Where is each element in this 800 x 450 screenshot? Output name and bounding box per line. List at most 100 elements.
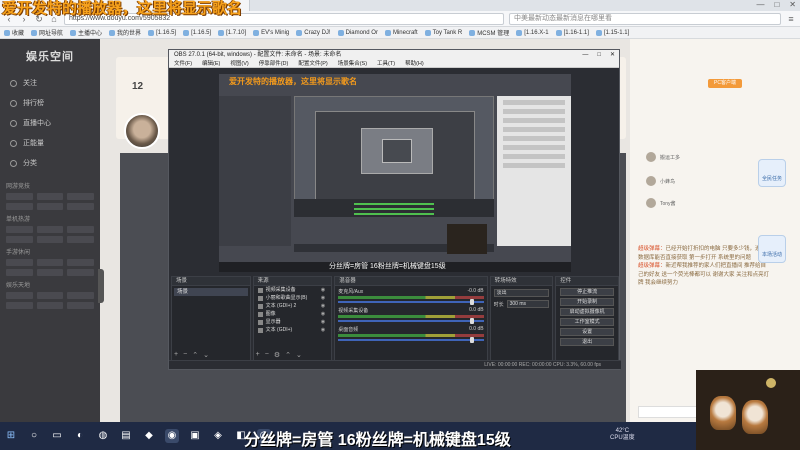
task-view-icon[interactable]: ▭ bbox=[50, 429, 64, 443]
nav-link[interactable] bbox=[6, 302, 33, 309]
nav-link[interactable] bbox=[36, 302, 64, 309]
nav-link[interactable] bbox=[67, 302, 94, 309]
task-button[interactable]: 全民任务 bbox=[758, 159, 786, 187]
maximize-button[interactable]: □ bbox=[774, 0, 779, 11]
bookmark-item[interactable]: 我的世界 bbox=[109, 28, 141, 37]
down-icon[interactable]: ⌄ bbox=[203, 351, 209, 359]
add-icon[interactable]: + bbox=[256, 351, 260, 359]
nav-link[interactable] bbox=[67, 236, 94, 243]
search-input[interactable]: 中美最新动态最新消息在哪里看 bbox=[509, 12, 781, 25]
studio-mode-button[interactable]: 工作室模式 bbox=[560, 318, 615, 326]
add-icon[interactable]: + bbox=[174, 351, 178, 359]
bookmark-item[interactable]: 主播中心 bbox=[70, 28, 102, 37]
nav-item-positive[interactable]: 正能量 bbox=[0, 133, 100, 153]
nav-item-category[interactable]: 分类 bbox=[0, 153, 100, 173]
nav-link[interactable] bbox=[6, 292, 33, 299]
transition-select[interactable]: 淡出 bbox=[493, 289, 550, 297]
nav-link[interactable] bbox=[36, 259, 64, 266]
eye-icon[interactable]: ◉ bbox=[321, 287, 325, 294]
nav-link[interactable] bbox=[6, 269, 33, 276]
bookmark-item[interactable]: [1.15-1.1] bbox=[595, 29, 629, 36]
rank-user[interactable]: 搬运工多 bbox=[646, 151, 736, 163]
game-icon[interactable]: ◆ bbox=[142, 429, 156, 443]
menu-view[interactable]: 视图(V) bbox=[230, 60, 248, 67]
nav-item-follow[interactable]: 关注 bbox=[0, 73, 100, 93]
bookmark-item[interactable]: [1.7.10] bbox=[218, 29, 246, 36]
bookmark-item[interactable]: [1.16.5] bbox=[183, 29, 211, 36]
rank-user[interactable]: Tony酱 bbox=[646, 197, 736, 209]
nav-link[interactable] bbox=[36, 193, 64, 200]
eye-icon[interactable]: ◉ bbox=[321, 327, 325, 334]
scene-item[interactable]: 场景 bbox=[174, 288, 248, 296]
nav-logo[interactable]: 娱乐空间 bbox=[0, 39, 100, 73]
start-recording-button[interactable]: 开始录制 bbox=[560, 298, 615, 306]
stop-streaming-button[interactable]: 停止推流 bbox=[560, 288, 615, 296]
menu-scene-collection[interactable]: 场景集合(S) bbox=[338, 60, 367, 67]
nav-link[interactable] bbox=[36, 226, 64, 233]
obs-maximize-button[interactable]: □ bbox=[597, 50, 601, 60]
nav-link[interactable] bbox=[67, 269, 94, 276]
gear-icon[interactable]: ⚙ bbox=[274, 351, 280, 359]
nav-link[interactable] bbox=[6, 203, 33, 210]
volume-slider[interactable] bbox=[338, 318, 484, 324]
nav-link[interactable] bbox=[36, 269, 64, 276]
nav-link[interactable] bbox=[6, 236, 33, 243]
bookmark-item[interactable]: Diamond Or bbox=[337, 29, 378, 36]
nav-link[interactable] bbox=[67, 193, 94, 200]
bookmark-item[interactable]: 网址导航 bbox=[31, 28, 63, 37]
bookmark-item[interactable]: Toy Tank R bbox=[424, 29, 462, 36]
settings-button[interactable]: 设置 bbox=[560, 328, 615, 336]
virtual-camera-button[interactable]: 启动虚拟摄像机 bbox=[560, 308, 615, 316]
nav-link[interactable] bbox=[6, 259, 33, 266]
windows-start-icon[interactable]: ⊞ bbox=[4, 429, 18, 443]
source-item[interactable]: 文本 (GDI+) ◉ bbox=[256, 327, 330, 334]
nav-link[interactable] bbox=[67, 259, 94, 266]
eye-icon[interactable]: ◉ bbox=[321, 311, 325, 318]
nav-link[interactable] bbox=[6, 193, 33, 200]
up-icon[interactable]: ⌃ bbox=[192, 351, 198, 359]
menu-tools[interactable]: 工具(T) bbox=[377, 60, 395, 67]
down-icon[interactable]: ⌄ bbox=[296, 351, 302, 359]
volume-slider[interactable] bbox=[338, 299, 484, 305]
minimize-button[interactable]: — bbox=[756, 0, 764, 11]
nav-link[interactable] bbox=[67, 226, 94, 233]
source-item[interactable]: 图像 ◉ bbox=[256, 311, 330, 318]
remove-icon[interactable]: − bbox=[183, 351, 187, 359]
bookmark-item[interactable]: [1.16.X-1 bbox=[516, 29, 549, 36]
bookmark-item[interactable]: Crazy DJ! bbox=[296, 29, 331, 36]
event-button[interactable]: 本场活动 bbox=[758, 235, 786, 263]
source-item[interactable]: 文本 (GDI+) 2 ◉ bbox=[256, 303, 330, 310]
streamer-avatar[interactable] bbox=[124, 113, 160, 149]
menu-edit[interactable]: 编辑(E) bbox=[202, 60, 220, 67]
bookmark-item[interactable]: [1.16-1.1] bbox=[555, 29, 589, 36]
search-icon[interactable]: ○ bbox=[27, 429, 41, 443]
eye-icon[interactable]: ◉ bbox=[321, 303, 325, 310]
source-item[interactable]: 视频采集设备 ◉ bbox=[256, 287, 330, 294]
bookmark-item[interactable]: Minecraft bbox=[384, 29, 418, 36]
menu-file[interactable]: 文件(F) bbox=[174, 60, 192, 67]
source-item[interactable]: 小丽和歌曲显示(B) ◉ bbox=[256, 295, 330, 302]
bookmark-item[interactable]: EV's Minig bbox=[253, 29, 289, 36]
obs-close-button[interactable]: ✕ bbox=[610, 50, 615, 60]
menu-help[interactable]: 帮助(H) bbox=[405, 60, 424, 67]
pc-client-button[interactable]: PC客户端 bbox=[708, 79, 742, 88]
menu-docks[interactable]: 停靠部件(D) bbox=[259, 60, 289, 67]
exit-button[interactable]: 退出 bbox=[560, 338, 615, 346]
nav-link[interactable] bbox=[36, 236, 64, 243]
nav-item-live-center[interactable]: 直播中心 bbox=[0, 113, 100, 133]
nav-link[interactable] bbox=[36, 292, 64, 299]
eye-icon[interactable]: ◉ bbox=[321, 295, 325, 302]
obs-preview[interactable]: 爱开发特的播放器，这里将显示歌名 分丝牌=房管 16粉丝牌=机械键盘15级 bbox=[219, 74, 571, 272]
nav-link[interactable] bbox=[67, 203, 94, 210]
browser-icon[interactable]: ◐ bbox=[73, 429, 87, 443]
obs-minimize-button[interactable]: — bbox=[582, 50, 588, 60]
nav-item-rank[interactable]: 排行榜 bbox=[0, 93, 100, 113]
source-item[interactable]: 显示器 ◉ bbox=[256, 319, 330, 326]
editor-icon[interactable]: ▣ bbox=[188, 429, 202, 443]
bookmark-item[interactable]: 收藏 bbox=[4, 28, 24, 37]
eye-icon[interactable]: ◉ bbox=[321, 319, 325, 326]
douyu-app-icon[interactable]: ◉ bbox=[165, 429, 179, 443]
rank-user[interactable]: 小蜂鸟 bbox=[646, 175, 736, 187]
nav-link[interactable] bbox=[36, 203, 64, 210]
nav-link[interactable] bbox=[6, 226, 33, 233]
